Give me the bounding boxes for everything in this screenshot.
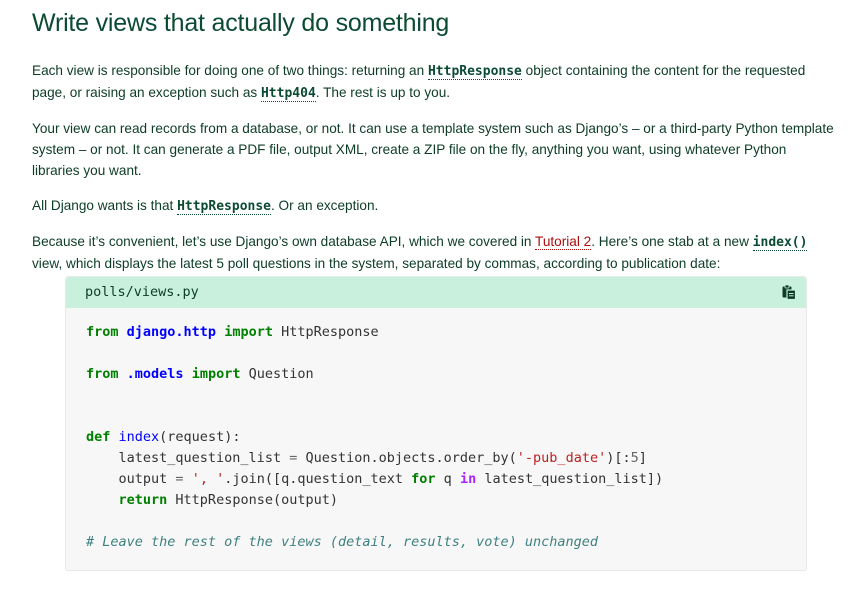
code-httpresponse-2[interactable]: HttpResponse (177, 199, 271, 215)
section-heading: Write views that actually do something (32, 9, 450, 37)
code-http404[interactable]: Http404 (260, 86, 316, 102)
code-index[interactable]: index() (752, 235, 808, 251)
code-httpresponse[interactable]: HttpResponse (427, 64, 522, 80)
code-comment: # Leave the rest of the views (detail, r… (86, 534, 599, 550)
tutorial-2-link[interactable]: Tutorial 2 (535, 234, 592, 250)
paragraph-django-wants: All Django wants is that HttpResponse. O… (32, 198, 379, 215)
code-block[interactable]: from django.http import HttpResponse fro… (66, 308, 806, 570)
snippet-header: polls/views.py (66, 277, 806, 308)
snippet-filename: polls/views.py (85, 284, 199, 300)
doc-page: Write views that actually do something E… (0, 0, 855, 591)
paragraph-view-responsibility: Each view is responsible for doing one o… (32, 63, 806, 102)
paragraph-database-api: Because it’s convenient, let’s use Djang… (32, 234, 808, 271)
code-snippet: polls/views.py from django.http import H… (65, 276, 807, 571)
clipboard-icon[interactable] (782, 284, 797, 301)
paragraph-view-capabilities: Your view can read records from a databa… (32, 121, 834, 178)
